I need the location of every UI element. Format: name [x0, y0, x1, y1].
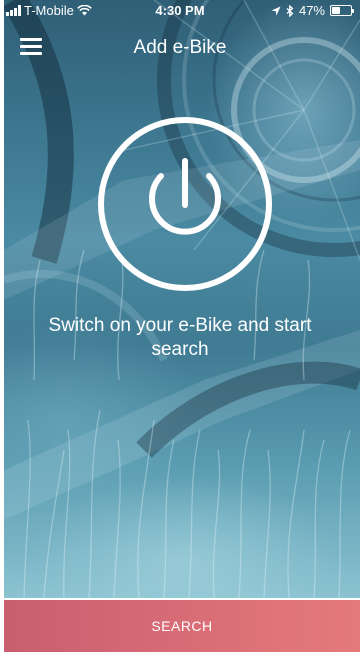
- nav-bar: Add e-Bike: [0, 28, 360, 68]
- search-button[interactable]: SEARCH: [4, 600, 360, 652]
- background-photo: [4, 0, 360, 598]
- status-bar: T-Mobile 4:30 PM 47%: [0, 0, 360, 22]
- location-icon: [271, 6, 281, 15]
- battery-percent: 47%: [298, 3, 325, 18]
- power-icon: [98, 117, 272, 291]
- instruction-text: Switch on your e-Bike and start search: [48, 315, 312, 360]
- battery-icon: [330, 5, 354, 16]
- status-right: 47%: [271, 3, 354, 18]
- page-title: Add e-Bike: [133, 37, 227, 58]
- bluetooth-icon: [286, 4, 294, 17]
- add-ebike-screen: T-Mobile 4:30 PM 47% Add e-Bike Switch o…: [0, 0, 360, 652]
- battery-fill: [332, 7, 341, 14]
